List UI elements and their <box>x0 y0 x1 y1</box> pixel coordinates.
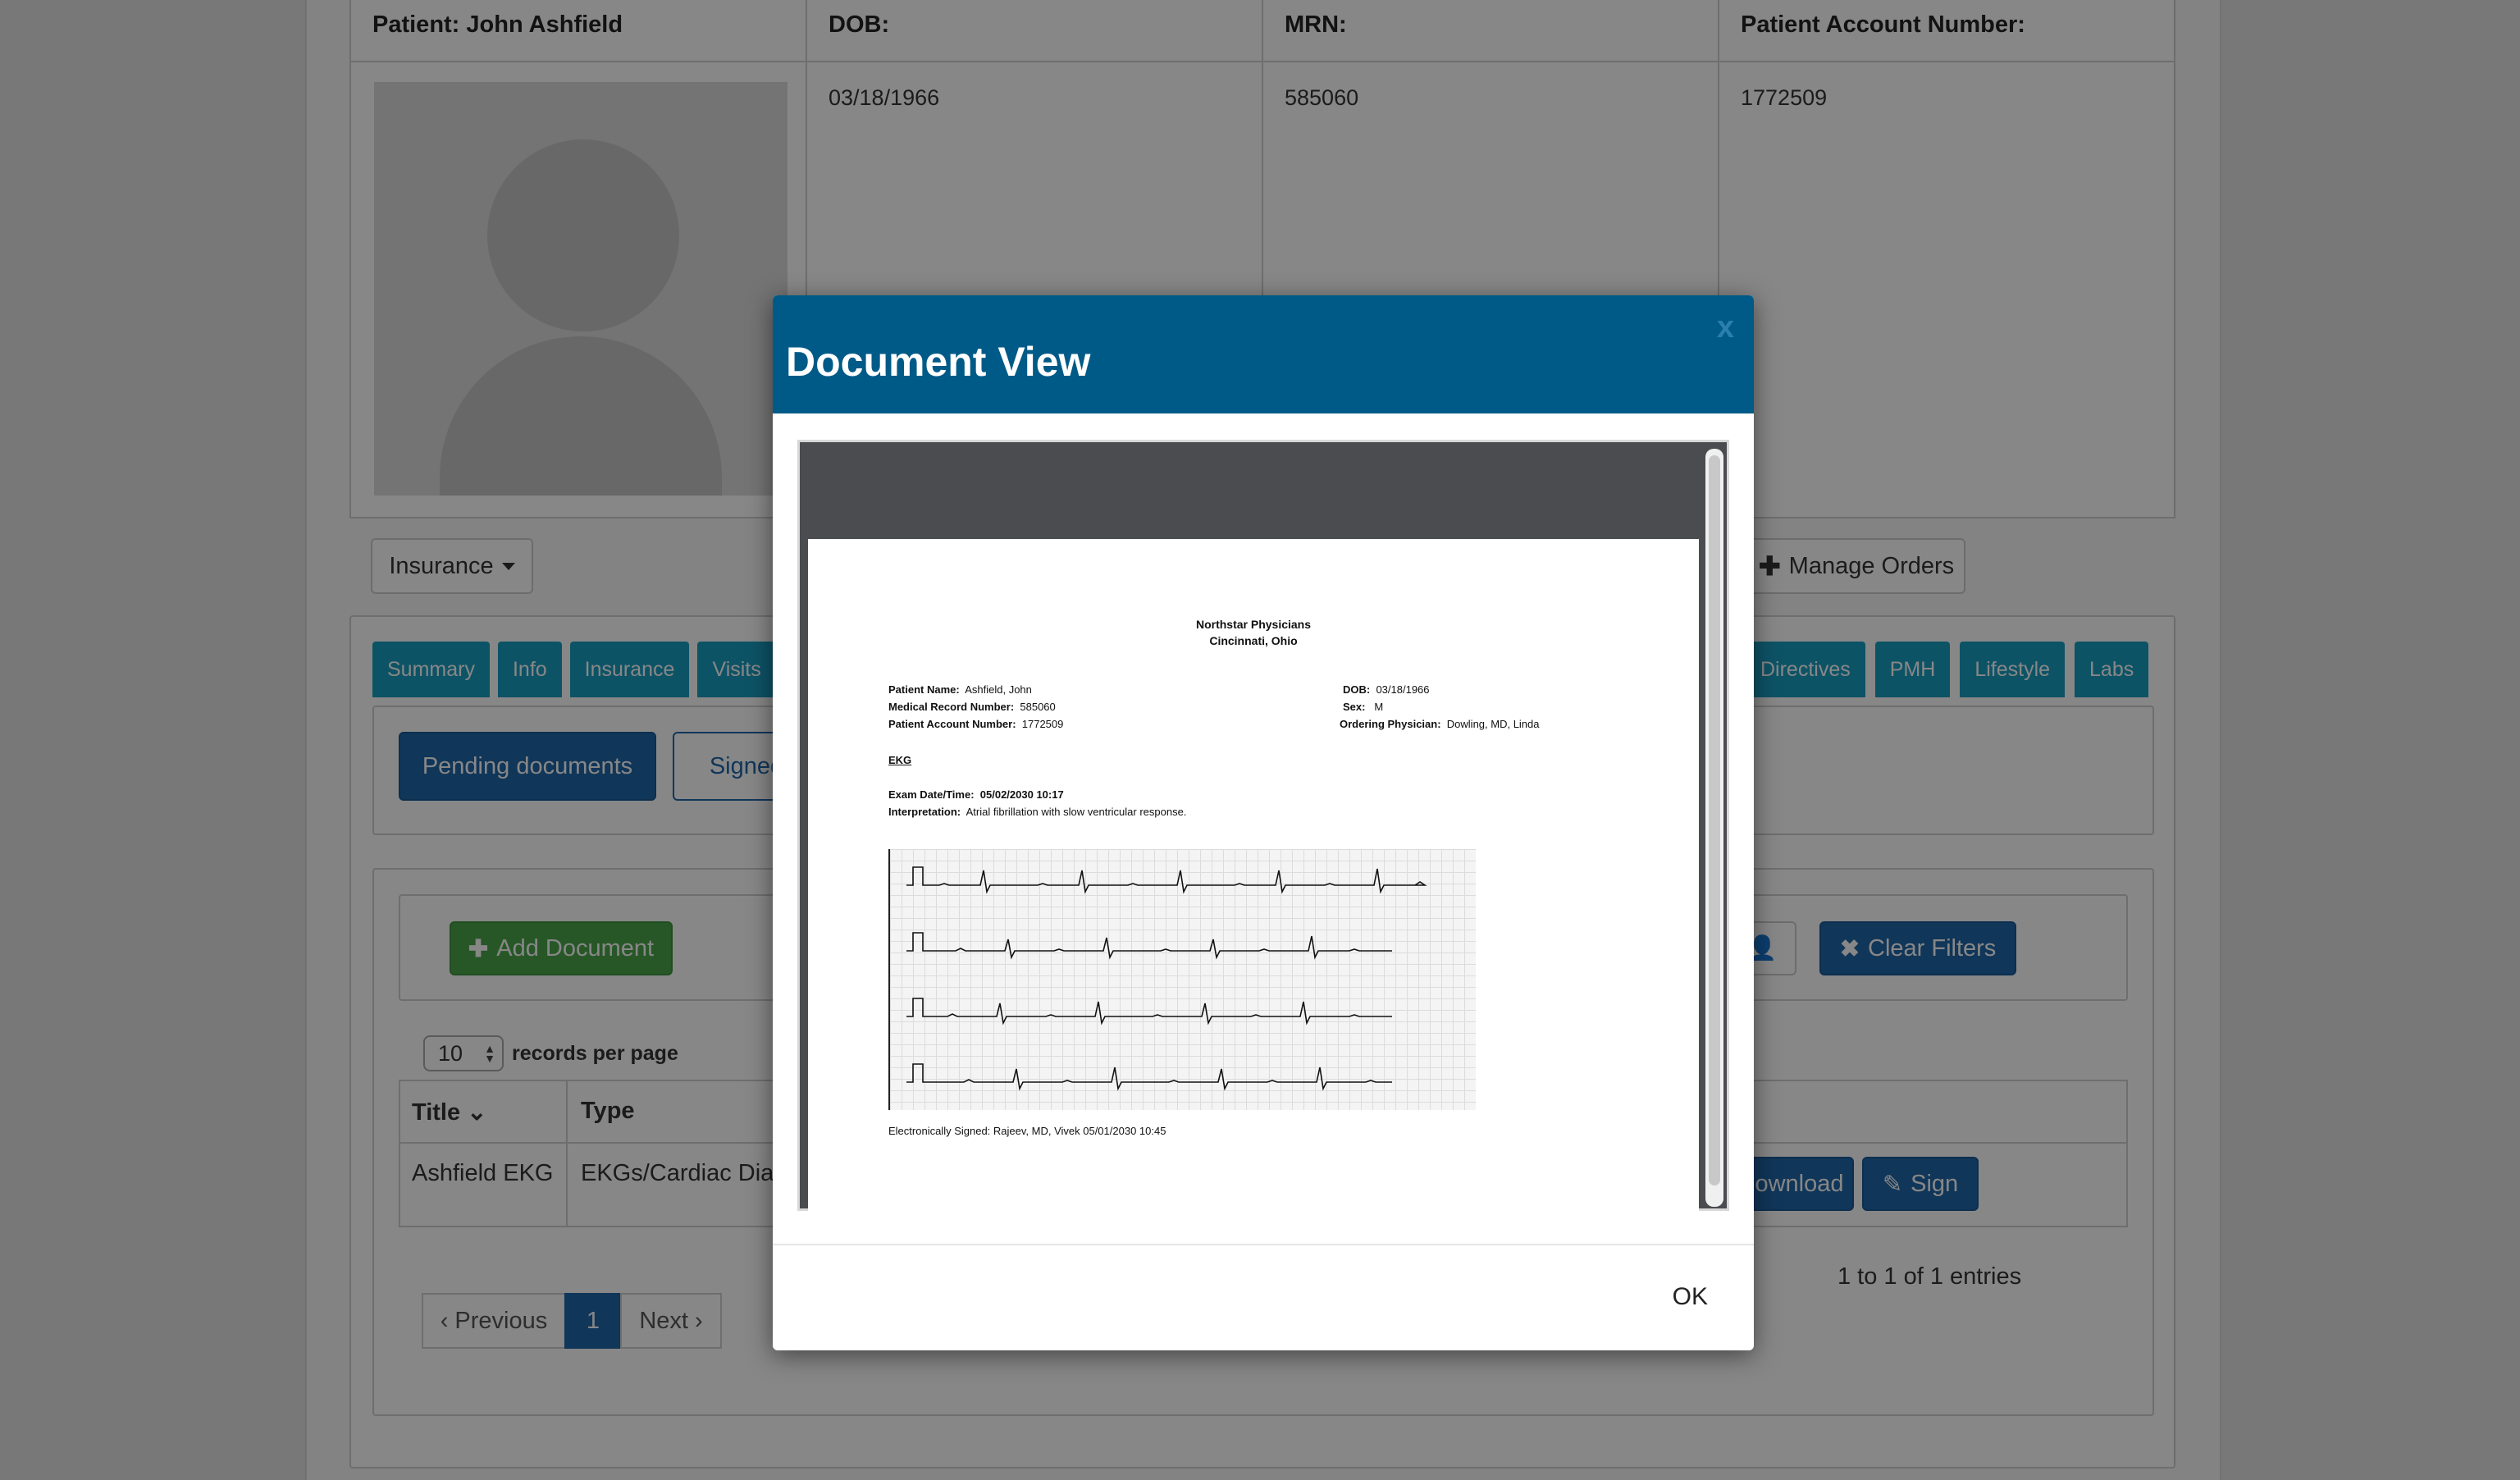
ekg-tracing-image <box>888 849 1476 1110</box>
doc-test-name: EKG <box>888 754 912 766</box>
ok-button[interactable]: OK <box>1673 1283 1708 1311</box>
doc-sex-line: Sex: M <box>1343 701 1383 713</box>
modal-header: Document View x <box>773 295 1754 413</box>
doc-org-name: Northstar Physicians <box>1195 618 1312 631</box>
doc-location: Cincinnati, Ohio <box>1209 634 1298 647</box>
modal-title: Document View <box>786 339 1091 385</box>
doc-dob-label: DOB: <box>1343 683 1371 696</box>
doc-dob: 03/18/1966 <box>1376 683 1430 696</box>
doc-account: 1772509 <box>1021 718 1064 730</box>
doc-mrn: 585060 <box>1020 701 1056 713</box>
doc-signature-line: Electronically Signed: Rajeev, MD, Vivek… <box>888 1125 1166 1137</box>
doc-sex-label: Sex: <box>1343 701 1366 713</box>
document-view-modal: Document View x Northstar Physicians Cin… <box>773 295 1754 1350</box>
close-icon[interactable]: x <box>1717 310 1734 345</box>
doc-sex: M <box>1374 701 1384 713</box>
document-page: Northstar Physicians Cincinnati, Ohio Pa… <box>808 539 1699 1213</box>
doc-patient-name-label: Patient Name: <box>888 683 960 696</box>
doc-mrn-line: Medical Record Number: 585060 <box>888 701 1056 713</box>
doc-patient-name-line: Patient Name: Ashfield, John <box>888 683 1032 696</box>
doc-exam-label: Exam Date/Time: <box>888 788 975 801</box>
viewer-scrollbar-thumb[interactable] <box>1709 455 1720 1185</box>
document-viewer[interactable]: Northstar Physicians Cincinnati, Ohio Pa… <box>797 440 1729 1213</box>
doc-interp-label: Interpretation: <box>888 806 961 818</box>
doc-mrn-label: Medical Record Number: <box>888 701 1015 713</box>
doc-interp: Atrial fibrillation with slow ventricula… <box>966 806 1187 818</box>
doc-dob-line: DOB: 03/18/1966 <box>1343 683 1430 696</box>
doc-account-label: Patient Account Number: <box>888 718 1016 730</box>
doc-account-line: Patient Account Number: 1772509 <box>888 718 1063 730</box>
doc-physician: Dowling, MD, Linda <box>1446 718 1540 730</box>
doc-exam: 05/02/2030 10:17 <box>979 788 1064 801</box>
doc-interp-line: Interpretation: Atrial fibrillation with… <box>888 806 1186 818</box>
modal-footer-divider <box>773 1244 1754 1245</box>
doc-exam-line: Exam Date/Time: 05/02/2030 10:17 <box>888 788 1064 801</box>
doc-physician-line: Ordering Physician: Dowling, MD, Linda <box>1340 718 1540 730</box>
doc-physician-label: Ordering Physician: <box>1340 718 1441 730</box>
doc-patient-name: Ashfield, John <box>965 683 1032 696</box>
ekg-waveform-icon <box>906 866 1427 1091</box>
